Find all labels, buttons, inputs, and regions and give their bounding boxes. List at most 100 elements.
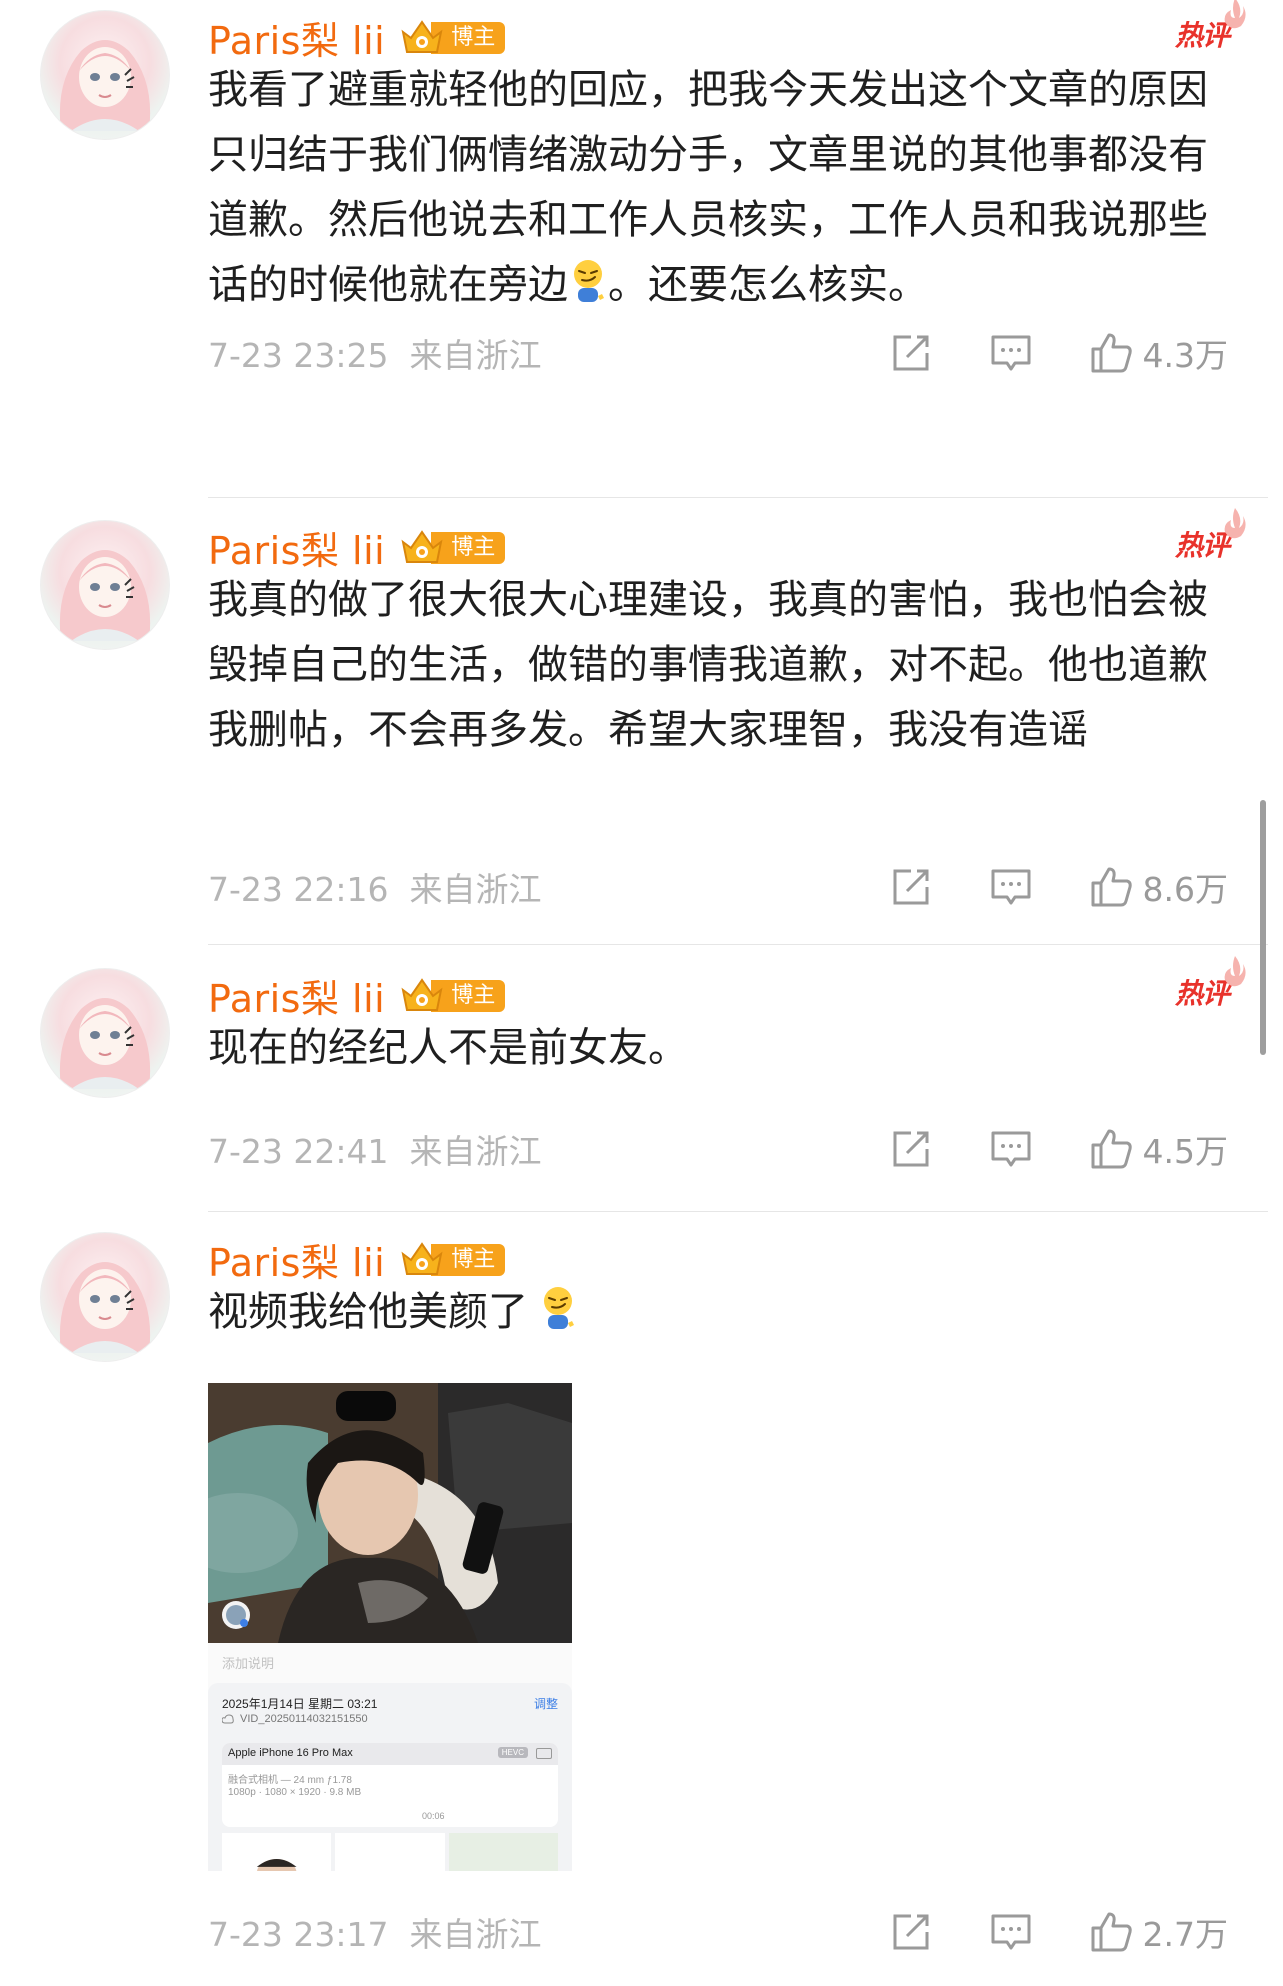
like-button[interactable]: 4.5万 (1089, 1125, 1228, 1173)
attached-photo[interactable] (208, 1383, 572, 1643)
location: 来自浙江 (409, 336, 542, 375)
share-icon (893, 1914, 929, 1950)
avatar-illustration (59, 1262, 151, 1353)
comment-text-part: 。还要怎么核实。 (608, 262, 928, 308)
comment-header: Paris梨 lii 博主 (208, 520, 506, 575)
comment-divider (208, 944, 1268, 945)
comment-actions: 4.3万 (889, 328, 1228, 378)
comment-meta: 7-23 22:41 来自浙江 4.5万 (208, 1124, 1228, 1174)
comment-text: 我真的做了很大很大心理建设，我真的害怕，我也怕会被毁掉自己的生活，做错的事情我道… (208, 577, 1208, 753)
like-count: 4.5万 (1142, 1132, 1228, 1171)
reply-button[interactable] (989, 1127, 1033, 1171)
comment-icon (991, 869, 1031, 905)
comment-actions: 2.7万 (889, 1907, 1228, 1957)
reply-button[interactable] (989, 1910, 1033, 1954)
comment-icon (991, 335, 1031, 371)
comment-time: 7-23 23:25 来自浙江 (208, 329, 541, 377)
share-button[interactable] (889, 865, 933, 909)
crown-icon (401, 977, 443, 1011)
resolution-info: 1080p · 1080 × 1920 · 9.8 MB (228, 1787, 362, 1798)
timestamp: 7-23 23:17 (208, 1915, 389, 1954)
thumbnail (222, 1833, 332, 1871)
timestamp: 7-23 22:16 (208, 870, 389, 909)
timestamp: 7-23 22:41 (208, 1132, 389, 1171)
timestamp: 7-23 23:25 (208, 336, 389, 375)
like-count: 4.3万 (1142, 336, 1228, 375)
device-info: Apple iPhone 16 Pro Max HEVC 融合式相机 — 24 … (222, 1743, 558, 1827)
username[interactable]: Paris梨 lii (208, 968, 385, 1023)
capture-date: 2025年1月14日 星期二 03:21 (222, 1697, 378, 1711)
thumbs-up-icon (1091, 1912, 1132, 1952)
username[interactable]: Paris梨 lii (208, 1232, 385, 1287)
username[interactable]: Paris梨 lii (208, 520, 385, 575)
like-button[interactable]: 8.6万 (1089, 863, 1228, 911)
reply-button[interactable] (989, 331, 1033, 375)
avatar-illustration (59, 998, 151, 1089)
location: 来自浙江 (409, 1915, 542, 1954)
hot-comment-tag: 热评 (1175, 508, 1246, 564)
share-icon (893, 335, 929, 371)
map-thumbnail (448, 1833, 558, 1871)
file-row: VID_20250114032151550 (222, 1713, 368, 1725)
like-count: 2.7万 (1142, 1915, 1228, 1954)
file-name: VID_20250114032151550 (240, 1713, 368, 1725)
share-button[interactable] (889, 1910, 933, 1954)
thumbs-up-icon (1091, 1129, 1132, 1169)
comment-divider (208, 1211, 1268, 1212)
comment-meta: 7-23 23:17 来自浙江 2.7万 (208, 1907, 1228, 1957)
thumbs-up-icon (1091, 867, 1132, 907)
comment-meta: 7-23 22:16 来自浙江 8.6万 (208, 862, 1228, 912)
share-button[interactable] (889, 331, 933, 375)
flame-icon (1224, 508, 1246, 539)
device-model: Apple iPhone 16 Pro Max (228, 1747, 353, 1759)
comment-icon (991, 1914, 1031, 1950)
thumbs-up-icon (1091, 333, 1132, 373)
video-camera-icon (536, 1748, 552, 1759)
avatar-illustration (59, 40, 151, 131)
flame-icon (1224, 0, 1246, 29)
username[interactable]: Paris梨 lii (208, 10, 385, 65)
location: 来自浙江 (409, 870, 542, 909)
thumbnail-strip (222, 1833, 558, 1871)
comment-header: Paris梨 lii 博主 (208, 1232, 506, 1287)
location: 来自浙江 (409, 1132, 542, 1171)
video-duration: 00:06 (422, 1811, 445, 1821)
scrollbar[interactable] (1260, 800, 1266, 1055)
like-button[interactable]: 4.3万 (1089, 329, 1228, 377)
comment-time: 7-23 22:16 来自浙江 (208, 863, 541, 911)
adjust-button[interactable]: 调整 (534, 1695, 558, 1712)
device-header: Apple iPhone 16 Pro Max HEVC (222, 1743, 558, 1765)
thumbnail-image (256, 1858, 297, 1871)
codec-badge: HEVC (497, 1747, 528, 1758)
user-avatar[interactable] (40, 10, 170, 140)
blogger-badge: 博主 (399, 529, 506, 566)
comment-meta: 7-23 23:25 来自浙江 4.3万 (208, 328, 1228, 378)
crown-icon (401, 1241, 443, 1275)
metadata-card: 2025年1月14日 星期二 03:21 调整 VID_202501140321… (208, 1683, 572, 1871)
smirk-emoji-icon (574, 260, 604, 302)
lens-info: 融合式相机 — 24 mm ƒ1.78 (228, 1775, 352, 1786)
thumbnail (335, 1833, 445, 1871)
blogger-badge: 博主 (399, 19, 506, 56)
user-avatar[interactable] (40, 520, 170, 650)
comment-text: 我看了避重就轻他的回应，把我今天发出这个文章的原因只归结于我们俩情绪激动分手，文… (208, 58, 1228, 318)
flame-icon (1224, 956, 1246, 987)
share-icon (893, 869, 929, 905)
smirk-emoji-icon (544, 1287, 574, 1329)
like-button[interactable]: 2.7万 (1089, 1908, 1228, 1956)
share-button[interactable] (889, 1127, 933, 1171)
avatar-illustration (59, 550, 151, 641)
crown-icon (401, 19, 443, 53)
user-avatar[interactable] (40, 968, 170, 1098)
comment-icon (991, 1131, 1031, 1167)
crown-icon (401, 529, 443, 563)
comment-text: 现在的经纪人不是前女友。 (208, 1025, 688, 1071)
add-caption-text[interactable]: 添加说明 (222, 1653, 274, 1672)
user-avatar[interactable] (40, 1232, 170, 1362)
share-icon (893, 1131, 929, 1167)
hot-comment-tag: 热评 (1175, 0, 1246, 54)
like-count: 8.6万 (1142, 870, 1228, 909)
hot-comment-tag: 热评 (1175, 956, 1246, 1012)
photo-metadata-panel: 添加说明 2025年1月14日 星期二 03:21 调整 VID_2025011… (208, 1643, 572, 1871)
reply-button[interactable] (989, 865, 1033, 909)
